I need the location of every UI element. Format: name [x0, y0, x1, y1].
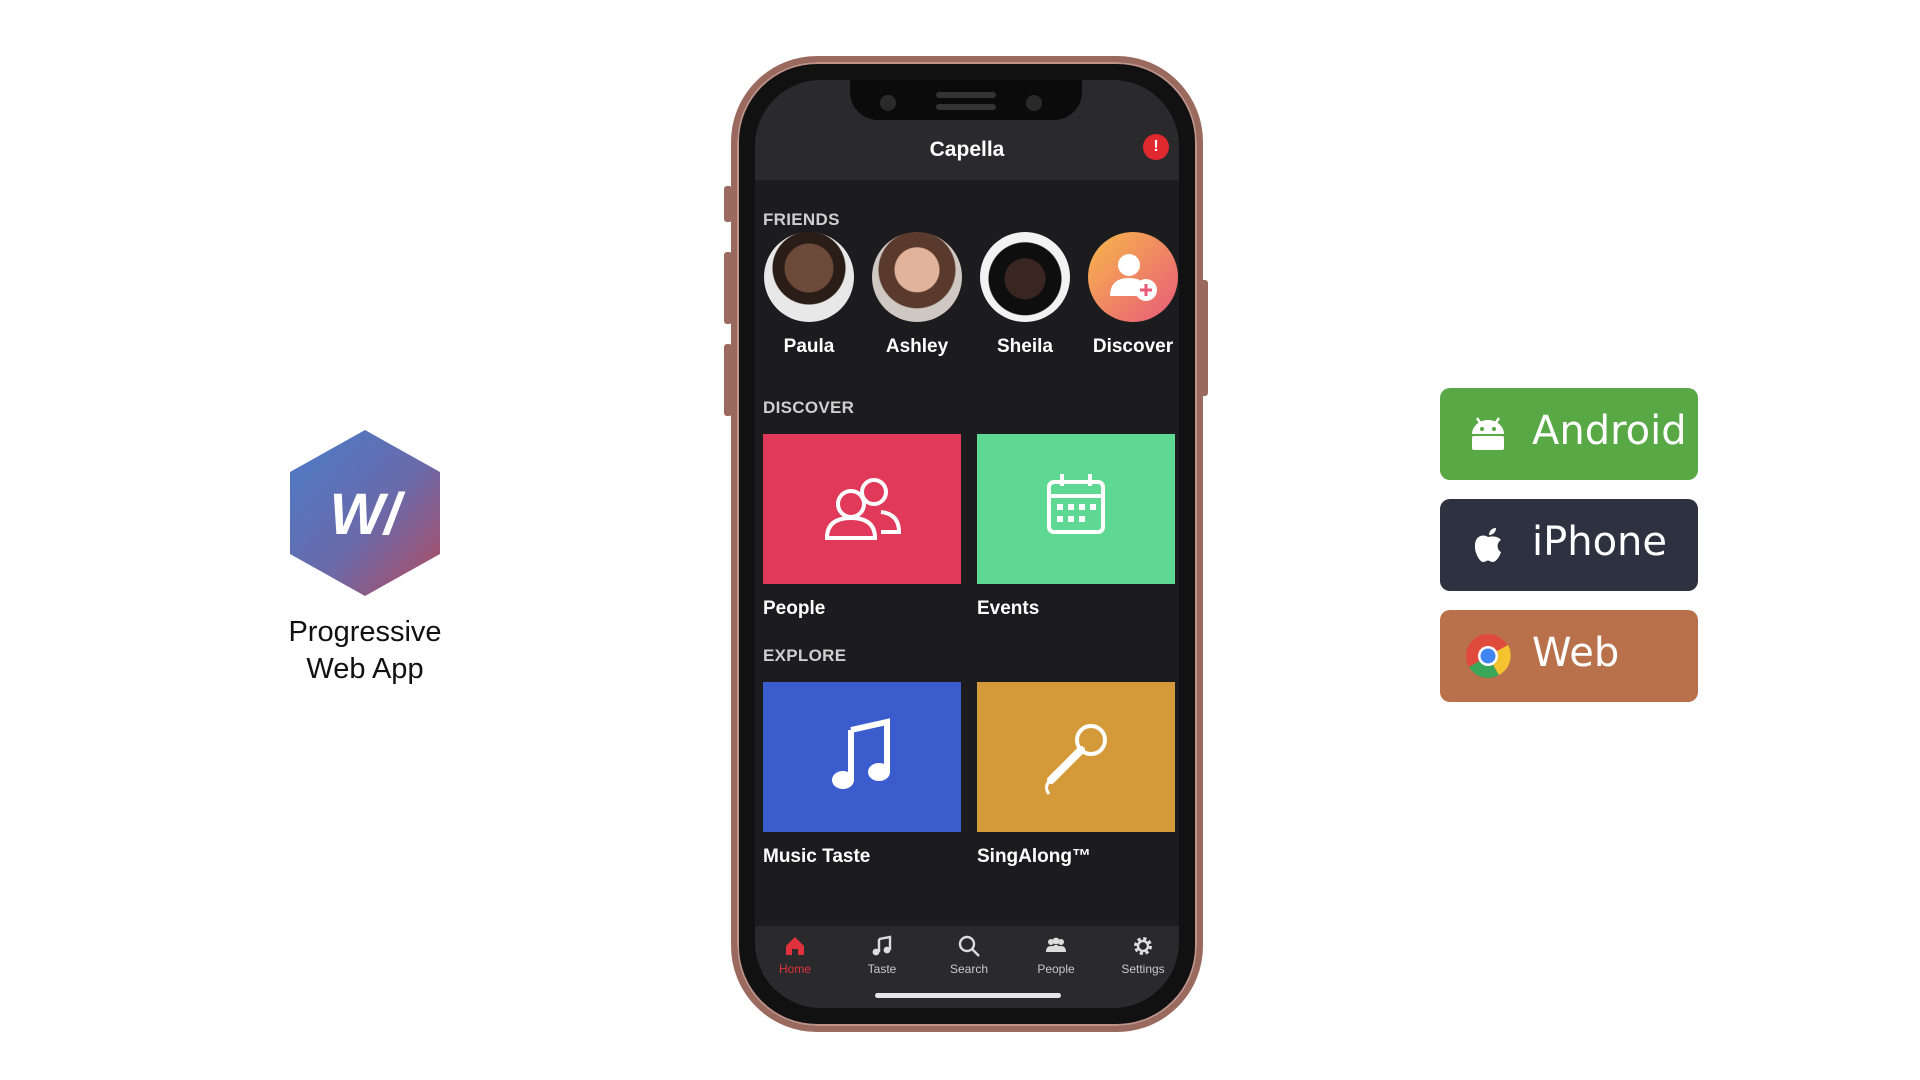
add-person-icon	[1088, 232, 1178, 322]
pwa-caption: Progressive Web App	[255, 614, 475, 688]
android-icon	[1472, 417, 1504, 450]
people-icon	[1046, 937, 1066, 952]
avatar	[980, 232, 1070, 322]
pwa-logo: W/ Progressive Web App	[255, 430, 475, 688]
discover-tile-people[interactable]: People	[763, 434, 961, 620]
phone-frame: Capella ! FRIENDS Paula Ashley Sheila Di…	[731, 56, 1203, 1032]
tab-taste[interactable]: Taste	[842, 934, 922, 976]
tile-label: Events	[977, 598, 1040, 619]
tile-image	[977, 682, 1175, 832]
tab-label: Search	[949, 962, 989, 976]
avatar	[764, 232, 854, 322]
friend-name: Sheila	[997, 336, 1053, 357]
friend-name: Ashley	[885, 336, 949, 357]
friend-ashley[interactable]: Ashley	[863, 232, 971, 358]
tile-image	[763, 434, 961, 584]
friends-row: Paula Ashley Sheila Discover	[755, 232, 1179, 362]
home-indicator	[875, 993, 1061, 998]
section-friends-label: FRIENDS	[763, 210, 840, 229]
tile-image	[763, 682, 961, 832]
app-title: Capella	[929, 138, 1005, 161]
friend-discover[interactable]: Discover	[1079, 232, 1179, 358]
tile-label: SingAlong™	[977, 846, 1091, 867]
music-note-icon	[872, 935, 892, 956]
phone-notch	[850, 80, 1082, 120]
platform-label: iPhone	[1532, 519, 1668, 565]
tab-label: Home	[778, 962, 811, 976]
tile-label: People	[763, 598, 826, 619]
friend-sheila[interactable]: Sheila	[971, 232, 1079, 358]
pwa-caption-line2: Web App	[306, 653, 424, 685]
platform-label: Web	[1532, 630, 1620, 676]
tile-image	[977, 434, 1175, 584]
tab-label: People	[1037, 962, 1075, 976]
tab-label: Taste	[867, 962, 897, 976]
tile-label: Music Taste	[763, 846, 871, 867]
music-note-icon	[832, 718, 890, 789]
tab-label: Settings	[1121, 962, 1165, 976]
app-screen: Capella ! FRIENDS Paula Ashley Sheila Di…	[755, 80, 1179, 1008]
bottom-tab-bar: Home Taste Search People Settings	[755, 926, 1179, 1008]
platform-label: Android	[1532, 408, 1687, 454]
calendar-icon	[1047, 474, 1105, 534]
web-button[interactable]: Web	[1440, 610, 1698, 702]
alert-icon[interactable]: !	[1143, 134, 1169, 160]
pwa-logo-letters: W/	[330, 482, 407, 547]
apple-icon	[1474, 528, 1501, 562]
friend-paula[interactable]: Paula	[755, 232, 863, 358]
discover-tile-events[interactable]: Events	[977, 434, 1175, 620]
tab-people[interactable]: People	[1016, 934, 1096, 976]
friend-name: Discover	[1092, 336, 1174, 357]
section-explore-label: EXPLORE	[763, 646, 847, 665]
gear-icon	[1134, 937, 1152, 955]
microphone-icon	[1044, 724, 1107, 795]
tab-settings[interactable]: Settings	[1103, 934, 1179, 976]
tab-home[interactable]: Home	[755, 934, 835, 976]
friend-name: Paula	[783, 336, 835, 357]
tab-search[interactable]: Search	[929, 934, 1009, 976]
avatar	[872, 232, 962, 322]
explore-tile-singalong[interactable]: SingAlong™	[977, 682, 1175, 868]
chrome-icon	[1466, 634, 1511, 678]
section-discover-label: DISCOVER	[763, 398, 855, 417]
home-icon	[786, 937, 804, 955]
search-icon	[958, 935, 980, 957]
pwa-caption-line1: Progressive	[288, 616, 442, 648]
android-button[interactable]: Android	[1440, 388, 1698, 480]
iphone-button[interactable]: iPhone	[1440, 499, 1698, 591]
pwa-hexagon-icon: W/	[290, 430, 440, 596]
explore-tile-music-taste[interactable]: Music Taste	[763, 682, 961, 868]
people-icon	[824, 478, 902, 540]
